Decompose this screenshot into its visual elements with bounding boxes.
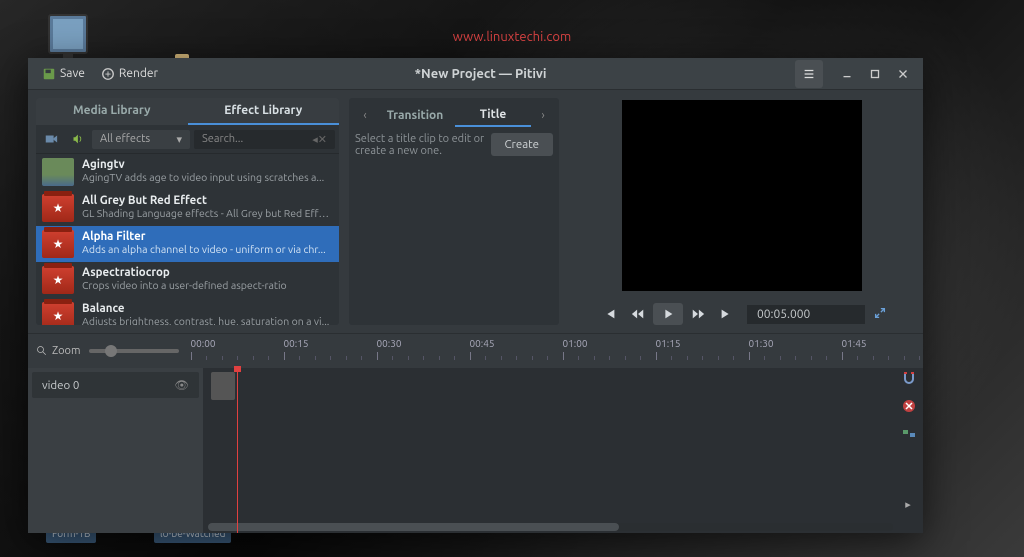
ruler-tick: 01:45 — [842, 338, 867, 349]
skip-end-button[interactable] — [713, 303, 739, 325]
audio-filter-icon[interactable] — [66, 129, 88, 149]
maximize-button[interactable] — [861, 60, 889, 88]
ruler-tick: 01:00 — [563, 338, 588, 349]
effect-name: Agingtv — [82, 158, 324, 171]
ruler-tick: 01:15 — [656, 338, 681, 349]
preview-panel: 00:05.000 — [569, 98, 915, 325]
tab-effect-library[interactable]: Effect Library — [188, 98, 340, 125]
effect-category-dropdown[interactable]: All effects ▾ — [92, 130, 190, 149]
scroll-right-button[interactable]: ▸ — [899, 495, 917, 513]
timecode-input[interactable]: 00:05.000 — [747, 305, 865, 324]
forward-button[interactable] — [685, 303, 711, 325]
ripple-delete-button[interactable] — [899, 396, 919, 416]
ruler-tick: 00:00 — [191, 338, 216, 349]
effect-thumbnail — [42, 194, 74, 222]
tab-media-library[interactable]: Media Library — [36, 98, 188, 125]
play-button[interactable] — [653, 303, 683, 325]
ruler-tick: 00:45 — [470, 338, 495, 349]
effect-description: Adjusts brightness, contrast, hue, satur… — [82, 315, 329, 325]
minimize-icon — [840, 67, 854, 81]
effect-name: All Grey But Red Effect — [82, 194, 332, 207]
effect-thumbnail — [42, 266, 74, 294]
ruler-tick: 01:30 — [749, 338, 774, 349]
clear-search-icon[interactable]: ◂✕ — [312, 133, 327, 146]
window-title: *New Project — Pitivi — [166, 67, 795, 81]
tab-title[interactable]: Title — [455, 104, 531, 127]
track-visibility-icon[interactable]: 👁 — [174, 378, 189, 392]
effect-name: Alpha Filter — [82, 230, 326, 243]
render-button[interactable]: Render — [93, 63, 166, 85]
ruler-tick: 00:30 — [377, 338, 402, 349]
hamburger-icon — [802, 67, 816, 81]
timeline-ruler[interactable]: 00:00 00:15 00:30 00:45 01:00 01:15 01:30 01:45 — [191, 338, 916, 364]
effect-item[interactable]: Aspectratiocrop Crops video into a user-… — [36, 262, 339, 298]
effect-description: Adds an alpha channel to video - uniform… — [82, 243, 326, 255]
library-panel: Media Library Effect Library All effects… — [36, 98, 339, 325]
effect-item[interactable]: All Grey But Red Effect GL Shading Langu… — [36, 190, 339, 226]
minimize-button[interactable] — [833, 60, 861, 88]
render-icon — [101, 67, 115, 81]
render-label: Render — [119, 67, 158, 80]
search-placeholder: Search... — [202, 133, 243, 145]
search-input[interactable]: Search... ◂✕ — [194, 130, 335, 149]
hamburger-menu-button[interactable] — [795, 60, 823, 88]
save-button[interactable]: Save — [34, 63, 93, 85]
video-preview[interactable] — [622, 100, 862, 291]
effect-list: Agingtv AgingTV adds age to video input … — [36, 154, 339, 325]
effect-thumbnail — [42, 230, 74, 258]
effect-item[interactable]: Balance Adjusts brightness, contrast, hu… — [36, 298, 339, 325]
timeline-clip[interactable] — [211, 372, 235, 400]
zoom-icon — [36, 345, 48, 357]
title-hint-text: Select a title clip to edit or create a … — [355, 133, 485, 157]
dropdown-label: All effects — [100, 133, 150, 145]
save-label: Save — [60, 67, 85, 80]
close-icon — [896, 67, 910, 81]
zoom-slider[interactable] — [89, 349, 179, 353]
track-header-video0[interactable]: video 0 👁 — [32, 372, 199, 398]
next-tab-button[interactable]: › — [533, 109, 553, 122]
middle-panel: ‹ Transition Title › Select a title clip… — [349, 98, 559, 325]
prev-tab-button[interactable]: ‹ — [355, 109, 375, 122]
tab-transition[interactable]: Transition — [377, 105, 453, 126]
effect-item[interactable]: Alpha Filter Adds an alpha channel to vi… — [36, 226, 339, 262]
effect-thumbnail — [42, 302, 74, 325]
timeline-canvas[interactable] — [203, 368, 923, 533]
close-button[interactable] — [889, 60, 917, 88]
detach-preview-button[interactable] — [873, 306, 887, 323]
maximize-icon — [868, 67, 882, 81]
zoom-label: Zoom — [36, 345, 81, 357]
titlebar: Save Render *New Project — Pitivi — [28, 58, 923, 90]
group-clips-button[interactable] — [899, 424, 919, 444]
watermark-text: www.linuxtechi.com — [453, 30, 571, 44]
ruler-tick: 00:15 — [284, 338, 309, 349]
effect-item[interactable]: Agingtv AgingTV adds age to video input … — [36, 154, 339, 190]
skip-start-button[interactable] — [597, 303, 623, 325]
pitivi-window: Save Render *New Project — Pitivi Media … — [28, 58, 923, 533]
timeline-hscrollbar[interactable] — [208, 523, 893, 531]
effect-description: Crops video into a user-defined aspect-r… — [82, 279, 287, 291]
create-button[interactable]: Create — [491, 133, 554, 156]
effect-name: Aspectratiocrop — [82, 266, 287, 279]
effect-description: GL Shading Language effects - All Grey b… — [82, 207, 332, 219]
playhead[interactable] — [237, 368, 238, 533]
effect-thumbnail — [42, 158, 74, 186]
track-name: video 0 — [42, 379, 79, 392]
save-icon — [42, 67, 56, 81]
magnet-snap-button[interactable] — [899, 368, 919, 388]
rewind-button[interactable] — [625, 303, 651, 325]
desktop-computer-icon[interactable] — [48, 14, 88, 54]
effect-name: Balance — [82, 302, 329, 315]
chevron-down-icon: ▾ — [176, 133, 182, 146]
effect-description: AgingTV adds age to video input using sc… — [82, 171, 324, 183]
video-filter-icon[interactable] — [40, 129, 62, 149]
